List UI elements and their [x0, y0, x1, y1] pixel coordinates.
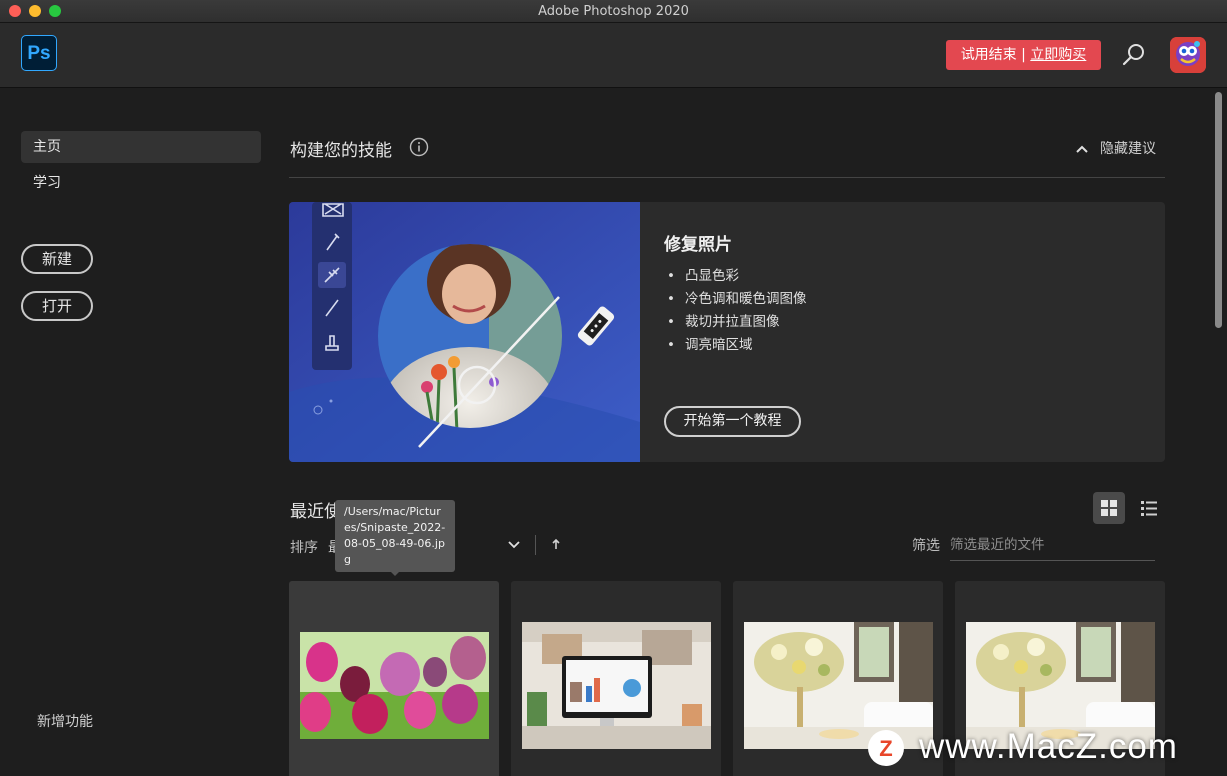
tutorial-card: 修复照片 凸显色彩 冷色调和暖色调图像 裁切并拉直图像 调亮暗区域 开始第一个教…: [289, 202, 1165, 462]
list-icon: [1141, 501, 1157, 516]
hide-suggestions-button[interactable]: 隐藏建议: [1076, 138, 1156, 158]
recent-file-card[interactable]: [511, 581, 721, 776]
trial-separator: |: [1021, 47, 1026, 63]
bullet-item: 裁切并拉直图像: [667, 311, 806, 334]
info-icon[interactable]: [409, 137, 429, 157]
svg-text:Z: Z: [879, 736, 892, 761]
trial-ended-label: 试用结束: [960, 47, 1017, 63]
grid-view-button[interactable]: [1093, 492, 1125, 524]
window-titlebar: Adobe Photoshop 2020: [0, 0, 1227, 23]
sort-label: 排序: [290, 540, 318, 556]
section-divider: [289, 177, 1165, 178]
list-view-button[interactable]: [1133, 492, 1165, 524]
file-thumbnail: [522, 622, 711, 749]
chevron-down-icon[interactable]: [506, 536, 522, 552]
new-button[interactable]: 新建: [21, 244, 93, 274]
chevron-up-icon: [1076, 145, 1088, 153]
bullet-item: 冷色调和暖色调图像: [667, 288, 807, 311]
sort-ascending-icon[interactable]: [549, 537, 563, 551]
skills-heading: 构建您的技能: [290, 141, 392, 161]
file-thumbnail: [300, 632, 489, 739]
tutorial-image: [289, 202, 640, 462]
watermark: Z www.MacZ.com: [868, 727, 1227, 773]
open-button[interactable]: 打开: [21, 291, 93, 321]
buy-now-link[interactable]: 立即购买: [1030, 47, 1086, 63]
sidebar: 主页 学习 新建 打开 新增功能: [0, 88, 270, 776]
main-scrollbar[interactable]: [1215, 92, 1222, 328]
photoshop-logo: Ps: [21, 35, 57, 71]
hide-suggestions-label: 隐藏建议: [1100, 141, 1156, 157]
sidebar-item-learn[interactable]: 学习: [21, 167, 261, 199]
app-header: Ps 试用结束 | 立即购买: [0, 23, 1227, 88]
new-features-link[interactable]: 新增功能: [37, 711, 93, 731]
filter-label: 筛选: [912, 538, 940, 554]
filter-input[interactable]: [950, 530, 1155, 561]
user-avatar[interactable]: [1170, 37, 1206, 73]
window-title: Adobe Photoshop 2020: [538, 4, 689, 19]
recent-file-card[interactable]: [289, 581, 499, 776]
watermark-logo: Z: [868, 730, 904, 766]
search-icon[interactable]: [1120, 41, 1148, 69]
tutorial-title: 修复照片: [664, 235, 732, 255]
trial-ended-button[interactable]: 试用结束 | 立即购买: [946, 40, 1101, 70]
sidebar-item-home[interactable]: 主页: [21, 131, 261, 163]
sort-separator: [535, 535, 536, 555]
start-tutorial-button[interactable]: 开始第一个教程: [664, 406, 801, 437]
tutorial-bullets: 凸显色彩 冷色调和暖色调图像 裁切并拉直图像 调亮暗区域: [667, 265, 807, 357]
watermark-text: www.MacZ.com: [919, 727, 1178, 766]
grid-icon: [1101, 500, 1117, 516]
file-path-tooltip: /Users/mac/Pictures/Snipaste_2022-08-05_…: [335, 500, 455, 576]
bullet-item: 调亮暗区域: [667, 334, 806, 357]
bullet-item: 凸显色彩: [667, 265, 806, 288]
